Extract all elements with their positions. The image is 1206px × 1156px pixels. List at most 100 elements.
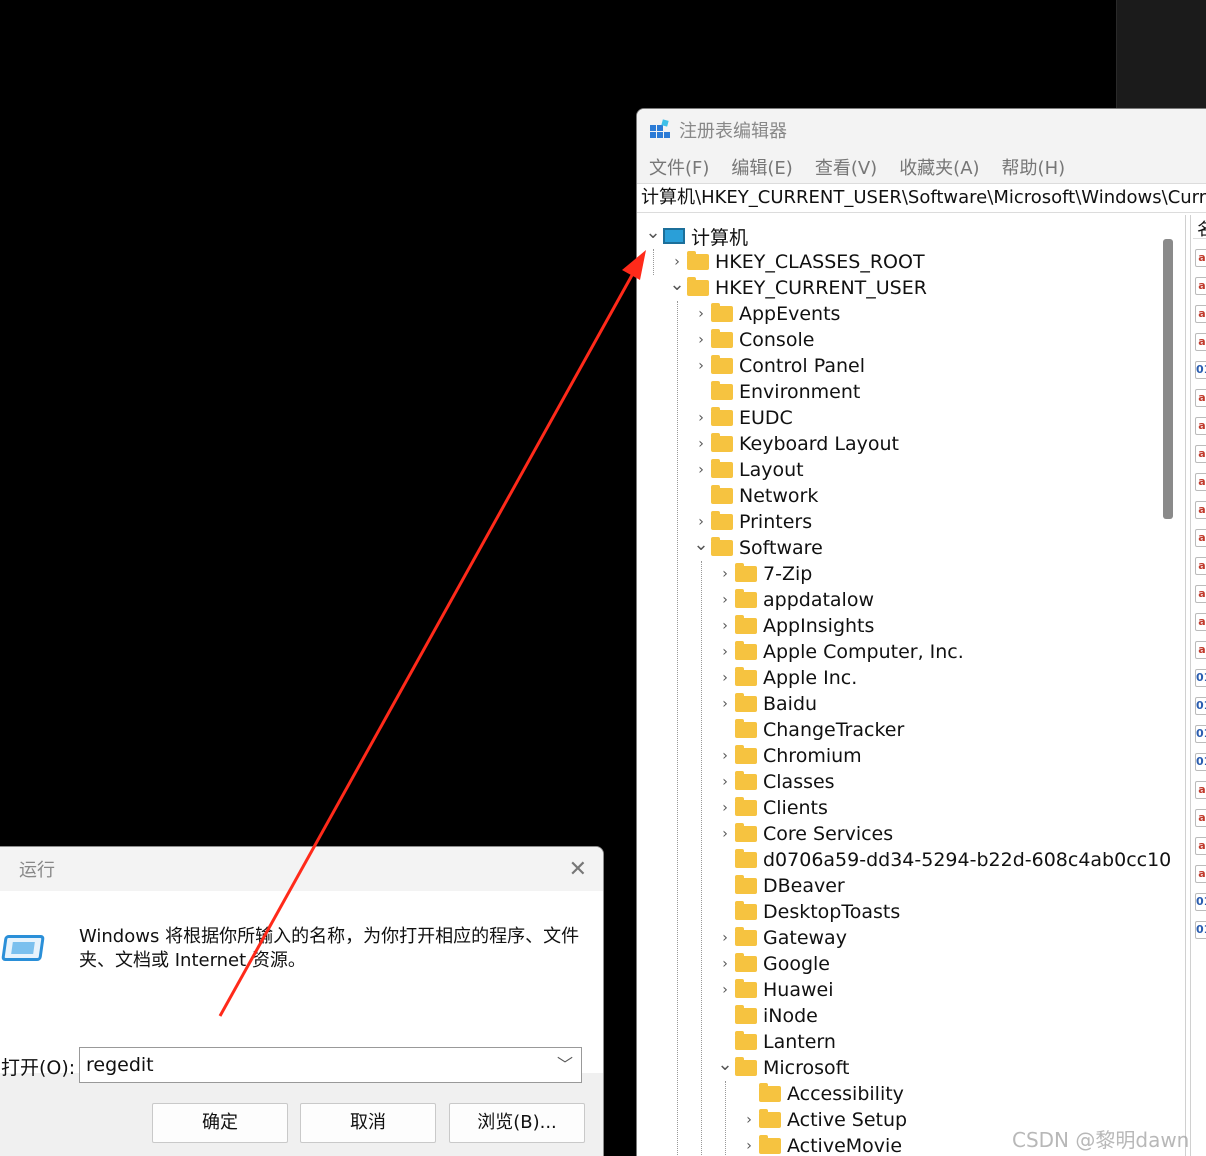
string-value-icon[interactable]: a <box>1195 585 1206 603</box>
chevron-right-icon[interactable]: › <box>715 696 735 712</box>
dword-value-icon[interactable]: 01 <box>1195 725 1206 743</box>
ok-button[interactable]: 确定 <box>152 1103 288 1143</box>
tree-node[interactable]: › Clients <box>715 795 828 821</box>
tree-node[interactable]: › Console <box>691 327 814 353</box>
tree-node[interactable]: DBeaver <box>715 873 845 899</box>
values-column-header[interactable]: 名 <box>1193 215 1206 239</box>
tree-node[interactable]: › Classes <box>715 769 835 795</box>
tree-node[interactable]: ⌄ Software <box>691 534 822 561</box>
chevron-right-icon[interactable]: › <box>739 1138 759 1154</box>
tree-node[interactable]: › Huawei <box>715 977 833 1003</box>
chevron-down-icon[interactable]: ⌄ <box>643 222 663 243</box>
tree-scrollbar-thumb[interactable] <box>1163 239 1173 519</box>
chevron-right-icon[interactable]: › <box>739 1112 759 1128</box>
regedit-titlebar[interactable]: 注册表编辑器 <box>637 109 1206 151</box>
string-value-icon[interactable]: a <box>1195 641 1206 659</box>
tree-node[interactable]: DesktopToasts <box>715 899 900 925</box>
chevron-right-icon[interactable]: › <box>691 306 711 322</box>
chevron-right-icon[interactable]: › <box>691 436 711 452</box>
tree-node[interactable]: › ActiveMovie <box>739 1133 902 1156</box>
tree-node[interactable]: › Core Services <box>715 821 893 847</box>
cancel-button[interactable]: 取消 <box>300 1103 436 1143</box>
tree-node[interactable]: › AppEvents <box>691 301 840 327</box>
tree-node[interactable]: › appdatalow <box>715 587 874 613</box>
run-command-input[interactable]: regedit ﹀ <box>79 1047 582 1083</box>
string-value-icon[interactable]: a <box>1195 613 1206 631</box>
dword-value-icon[interactable]: 01 <box>1195 669 1206 687</box>
menu-edit[interactable]: 编辑(E) <box>731 154 792 180</box>
chevron-down-icon[interactable]: ⌄ <box>667 274 687 295</box>
string-value-icon[interactable]: a <box>1195 389 1206 407</box>
tree-node[interactable]: › 7-Zip <box>715 561 812 587</box>
string-value-icon[interactable]: a <box>1195 277 1206 295</box>
tree-node[interactable]: Environment <box>691 379 860 405</box>
chevron-right-icon[interactable]: › <box>715 748 735 764</box>
tree-node[interactable]: › EUDC <box>691 405 793 431</box>
chevron-right-icon[interactable]: › <box>715 982 735 998</box>
menu-view[interactable]: 查看(V) <box>815 154 877 180</box>
dword-value-icon[interactable]: 01 <box>1195 361 1206 379</box>
chevron-down-icon[interactable]: ⌄ <box>715 1054 735 1075</box>
tree-node-computer[interactable]: ⌄ 计算机 <box>643 222 748 249</box>
chevron-down-icon[interactable]: ⌄ <box>691 534 711 555</box>
tree-node[interactable]: iNode <box>715 1003 818 1029</box>
tree-node[interactable]: Accessibility <box>739 1081 904 1107</box>
chevron-right-icon[interactable]: › <box>667 254 687 270</box>
tree-node[interactable]: ChangeTracker <box>715 717 904 743</box>
run-titlebar[interactable]: 运行 <box>0 847 603 891</box>
registry-tree[interactable]: ⌄ 计算机 › HKEY_CLASSES_ROOT ⌄ HKEY_CURRENT_USER… <box>637 215 1185 1156</box>
chevron-right-icon[interactable]: › <box>715 956 735 972</box>
string-value-icon[interactable]: a <box>1195 417 1206 435</box>
tree-node[interactable]: › Keyboard Layout <box>691 431 899 457</box>
dword-value-icon[interactable]: 01 <box>1195 921 1206 939</box>
chevron-right-icon[interactable]: › <box>715 670 735 686</box>
string-value-icon[interactable]: a <box>1195 557 1206 575</box>
string-value-icon[interactable]: a <box>1195 473 1206 491</box>
menu-file[interactable]: 文件(F) <box>649 154 709 180</box>
chevron-right-icon[interactable]: › <box>715 566 735 582</box>
tree-node[interactable]: Lantern <box>715 1029 836 1055</box>
dword-value-icon[interactable]: 01 <box>1195 753 1206 771</box>
tree-node[interactable]: ⌄ HKEY_CURRENT_USER <box>667 274 926 301</box>
pane-splitter[interactable] <box>1185 215 1191 1156</box>
chevron-right-icon[interactable]: › <box>715 930 735 946</box>
tree-node[interactable]: › Control Panel <box>691 353 865 379</box>
chevron-right-icon[interactable]: › <box>691 410 711 426</box>
string-value-icon[interactable]: a <box>1195 781 1206 799</box>
browse-button[interactable]: 浏览(B)... <box>449 1103 585 1143</box>
tree-node[interactable]: › AppInsights <box>715 613 874 639</box>
tree-node[interactable]: › HKEY_CLASSES_ROOT <box>667 249 925 275</box>
chevron-right-icon[interactable]: › <box>691 358 711 374</box>
chevron-right-icon[interactable]: › <box>691 332 711 348</box>
chevron-right-icon[interactable]: › <box>715 800 735 816</box>
string-value-icon[interactable]: a <box>1195 333 1206 351</box>
tree-node[interactable]: › Gateway <box>715 925 847 951</box>
string-value-icon[interactable]: a <box>1195 501 1206 519</box>
address-bar[interactable]: 计算机\HKEY_CURRENT_USER\Software\Microsoft… <box>637 183 1206 213</box>
string-value-icon[interactable]: a <box>1195 529 1206 547</box>
menu-favorites[interactable]: 收藏夹(A) <box>899 154 979 180</box>
tree-node[interactable]: › Layout <box>691 457 804 483</box>
chevron-right-icon[interactable]: › <box>715 774 735 790</box>
string-value-icon[interactable]: a <box>1195 305 1206 323</box>
string-value-icon[interactable]: a <box>1195 445 1206 463</box>
tree-node[interactable]: › Google <box>715 951 830 977</box>
tree-node[interactable]: › Printers <box>691 509 812 535</box>
string-value-icon[interactable]: a <box>1195 249 1206 267</box>
tree-node[interactable]: › Chromium <box>715 743 862 769</box>
chevron-right-icon[interactable]: › <box>715 592 735 608</box>
string-value-icon[interactable]: a <box>1195 865 1206 883</box>
menu-help[interactable]: 帮助(H) <box>1002 154 1066 180</box>
chevron-right-icon[interactable]: › <box>715 826 735 842</box>
chevron-right-icon[interactable]: › <box>691 514 711 530</box>
values-pane[interactable]: 名 aaaa01aaaaaaaaaa01010101aaaa0101 <box>1193 215 1206 1156</box>
chevron-right-icon[interactable]: › <box>715 618 735 634</box>
tree-node[interactable]: d0706a59-dd34-5294-b22d-608c4ab0cc10 <box>715 847 1171 873</box>
string-value-icon[interactable]: a <box>1195 809 1206 827</box>
chevron-right-icon[interactable]: › <box>691 462 711 478</box>
chevron-down-icon[interactable]: ﹀ <box>557 1048 573 1082</box>
dword-value-icon[interactable]: 01 <box>1195 893 1206 911</box>
tree-node[interactable]: › Apple Computer, Inc. <box>715 639 964 665</box>
tree-node[interactable]: › Active Setup <box>739 1107 907 1133</box>
tree-node[interactable]: › Baidu <box>715 691 817 717</box>
